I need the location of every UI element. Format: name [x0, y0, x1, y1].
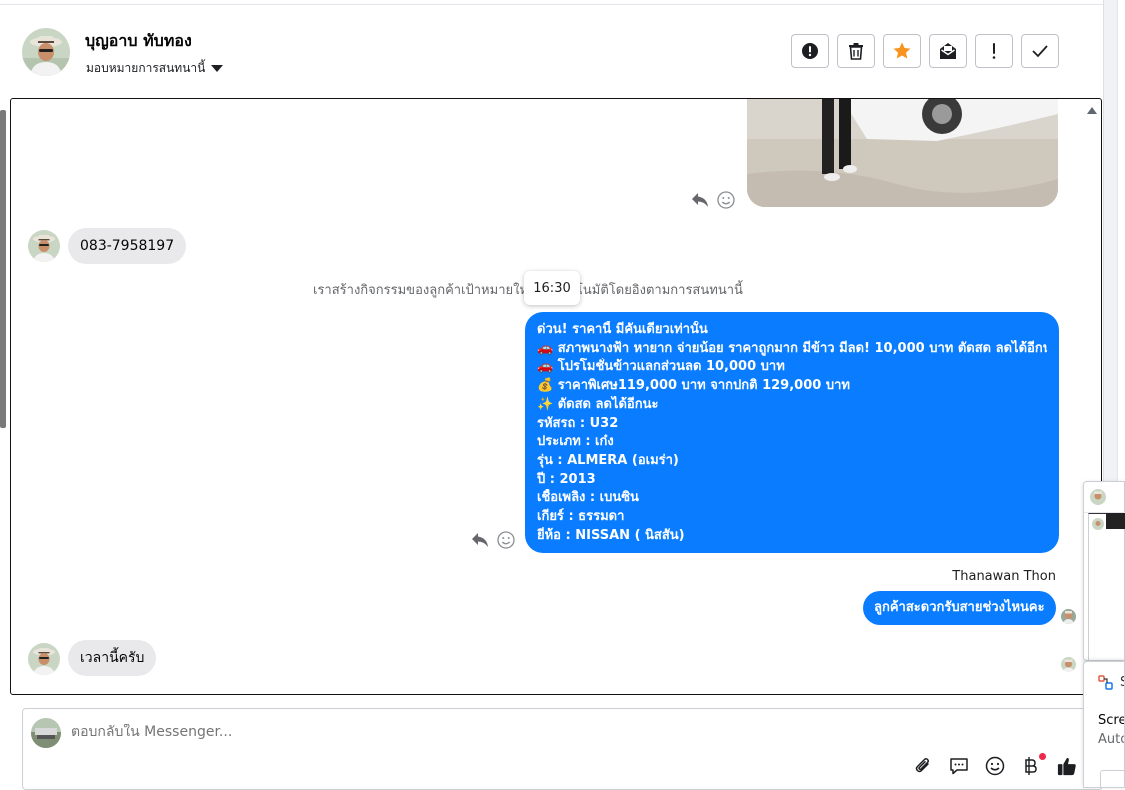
star-button[interactable] — [883, 34, 921, 68]
chat-head-thumbnail — [1106, 513, 1125, 529]
assign-conversation-dropdown[interactable]: มอบหมายการสนทนานี้ — [86, 59, 224, 78]
mark-unread-button[interactable] — [929, 34, 967, 68]
exclamation-icon — [992, 43, 996, 59]
incoming-message-phone[interactable]: 083-7958197 — [68, 228, 187, 264]
popup-subtitle: Auto — [1098, 732, 1124, 747]
message-line: ปี : 2013 — [537, 471, 596, 487]
saved-replies-icon[interactable] — [949, 755, 969, 777]
baht-payment-icon[interactable] — [1021, 753, 1046, 777]
alert-circle-icon — [802, 43, 818, 59]
reply-icon[interactable] — [691, 192, 709, 208]
message-line: เกียร์ : ธรรมดา — [537, 509, 625, 525]
message-line: 💰 ราคาพิเศษ119,000 บาท จากปกติ 129,000 บ… — [537, 378, 850, 394]
message-line: เชื้อเพลิง : เบนซิน — [537, 490, 639, 506]
outgoing-message-question[interactable]: ลูกค้าสะดวกรับสายช่วงไหนคะ — [863, 591, 1056, 625]
chat-head-body — [1088, 513, 1125, 660]
star-icon — [893, 42, 911, 59]
conversation-panel: 083-7958197 เราสร้างกิจกรรมของลูกค้าเป้า… — [10, 98, 1102, 695]
top-divider — [0, 4, 1103, 5]
priority-button[interactable] — [975, 34, 1013, 68]
popup-letter: S — [1120, 675, 1124, 690]
sender-name: Thanawan Thon — [952, 569, 1056, 584]
message-line: ด่วน! ราคานี้ มีคันเดียวเท่านั้น — [537, 322, 708, 337]
popup-title: Scre — [1098, 713, 1125, 728]
car-photo-attachment[interactable] — [747, 99, 1058, 207]
timestamp-tooltip: 16:30 — [524, 271, 580, 305]
popup-button[interactable] — [1100, 770, 1124, 787]
reply-icon[interactable] — [471, 532, 489, 548]
seen-avatar — [1061, 609, 1076, 624]
message-line: 🚗 สภาพนางฟ้า หายาก จ่ายน้อย ราคาถูกมาก ม… — [537, 340, 1047, 356]
trash-icon — [849, 43, 863, 60]
app-logo-icon — [1098, 675, 1113, 690]
conversation-toolbar — [791, 34, 1059, 68]
message-composer — [22, 708, 1103, 790]
outgoing-message-car-details[interactable]: ด่วน! ราคานี้ มีคันเดียวเท่านั้น 🚗 สภาพน… — [525, 312, 1059, 553]
reply-input[interactable] — [71, 724, 671, 740]
react-emoji-icon[interactable] — [717, 191, 735, 209]
scroll-up-arrow-icon[interactable] — [1087, 107, 1097, 114]
check-icon — [1032, 45, 1048, 58]
assign-label: มอบหมายการสนทนานี้ — [86, 61, 206, 75]
notification-dot — [1039, 753, 1046, 760]
emoji-icon[interactable] — [985, 755, 1005, 777]
delete-button[interactable] — [837, 34, 875, 68]
seen-avatar — [1061, 657, 1076, 672]
react-emoji-icon[interactable] — [497, 531, 515, 549]
attachment-icon[interactable] — [913, 755, 933, 777]
message-actions — [471, 531, 515, 549]
caret-down-icon — [211, 65, 224, 72]
notification-popup[interactable]: S Scre Auto — [1083, 661, 1125, 788]
chat-head-popup[interactable] — [1083, 481, 1125, 661]
message-line: 🚗 โปรโมชั่นข้าวแลกส่วนลด 10,000 บาท — [537, 359, 785, 375]
message-line: ประเภท : เก๋ง — [537, 434, 614, 450]
contact-avatar-small — [28, 643, 60, 675]
chat-head-header — [1084, 482, 1125, 513]
page-avatar — [31, 718, 61, 748]
mark-done-button[interactable] — [1021, 34, 1059, 68]
contact-avatar[interactable] — [22, 28, 70, 76]
contact-avatar-small — [28, 230, 60, 262]
contact-name[interactable]: บุญอาบ ทับทอง — [85, 29, 192, 54]
composer-actions — [913, 753, 1077, 777]
message-actions — [691, 191, 735, 209]
mini-avatar — [1092, 518, 1104, 530]
like-icon[interactable] — [1057, 755, 1077, 777]
message-line: รหัสรถ : U32 — [537, 415, 619, 431]
message-line: ยี่ห้อ : NISSAN ( นิสสัน) — [537, 527, 685, 543]
message-line: รุ่น : ALMERA (อเมร่า) — [537, 452, 679, 468]
message-line: ✨ ตัดสด ลดได้อีกนะ — [537, 396, 659, 412]
incoming-message-reply[interactable]: เวลานี้ครับ — [68, 640, 157, 676]
left-scrollbar[interactable] — [0, 110, 6, 428]
mark-unread-icon — [940, 43, 956, 59]
report-spam-button[interactable] — [791, 34, 829, 68]
